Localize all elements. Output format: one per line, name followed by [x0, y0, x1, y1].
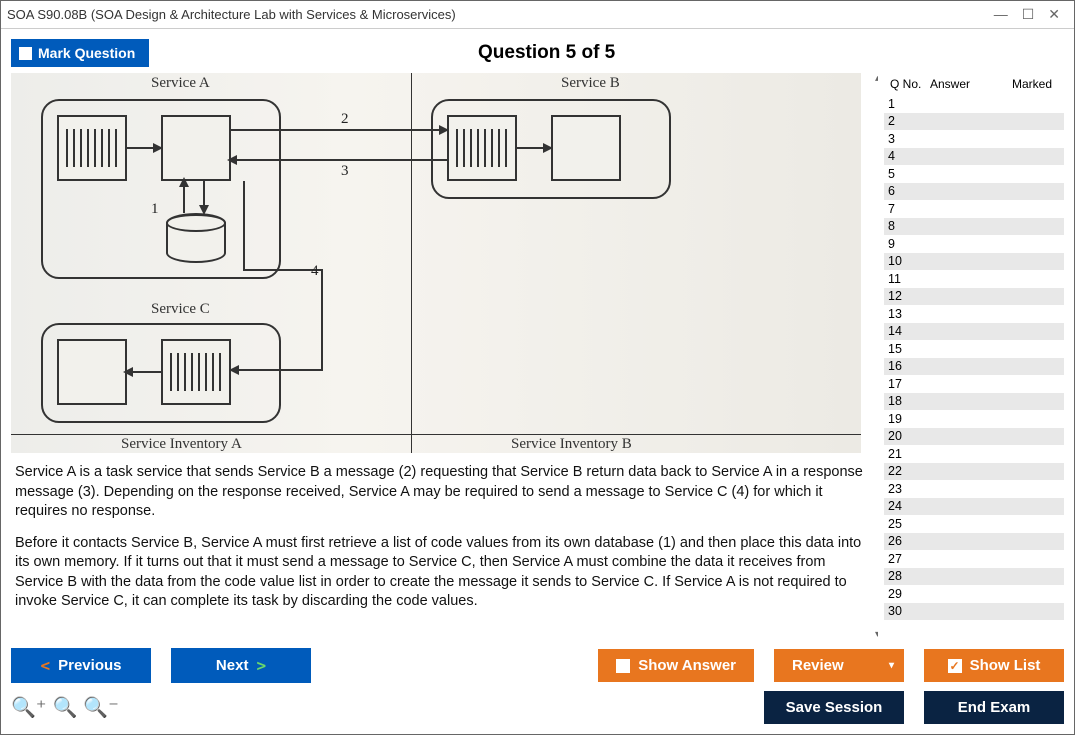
question-list-row[interactable]: 17 [884, 375, 1064, 393]
review-button[interactable]: Review ▾ [774, 649, 904, 682]
question-list-row[interactable]: 20 [884, 428, 1064, 446]
question-list-row[interactable]: 12 [884, 288, 1064, 306]
app-window: SOA S90.08B (SOA Design & Architecture L… [0, 0, 1075, 735]
diagram-label-service-a: Service A [151, 75, 210, 92]
question-list-panel: Q No. Answer Marked 12345678910111213141… [884, 73, 1064, 640]
question-list-row[interactable]: 14 [884, 323, 1064, 341]
save-session-label: Save Session [786, 699, 883, 716]
show-list-button[interactable]: ✓ Show List [924, 649, 1064, 682]
question-list-row[interactable]: 23 [884, 480, 1064, 498]
question-list-row[interactable]: 25 [884, 515, 1064, 533]
question-list-row[interactable]: 6 [884, 183, 1064, 201]
diagram-label-inventory-b: Service Inventory B [511, 436, 632, 453]
question-list-row[interactable]: 5 [884, 165, 1064, 183]
question-list-row[interactable]: 26 [884, 533, 1064, 551]
scroll-up-icon[interactable]: ▴ [875, 73, 878, 84]
question-list-row[interactable]: 15 [884, 340, 1064, 358]
question-list-row[interactable]: 3 [884, 130, 1064, 148]
show-answer-label: Show Answer [638, 657, 736, 674]
scroll-down-icon[interactable]: ▾ [875, 629, 878, 640]
button-row-1: < Previous Next > Show Answer Review ▾ ✓… [11, 648, 1064, 683]
diagram-label-2: 2 [341, 111, 349, 128]
main: ▴ ▾ Service A 1 [1, 73, 1074, 640]
qlist-header-no: Q No. [886, 77, 930, 91]
question-list-row[interactable]: 27 [884, 550, 1064, 568]
qlist-header-answer: Answer [930, 77, 1012, 91]
titlebar: SOA S90.08B (SOA Design & Architecture L… [1, 1, 1074, 29]
question-list-row[interactable]: 7 [884, 200, 1064, 218]
content-scroll[interactable]: Service A 1 Service B [11, 73, 878, 640]
diagram-label-service-b: Service B [561, 75, 620, 92]
question-text: Service A is a task service that sends S… [11, 453, 874, 628]
window-title: SOA S90.08B (SOA Design & Architecture L… [7, 7, 994, 22]
diagram-label-inventory-a: Service Inventory A [121, 436, 242, 453]
chevron-right-icon: > [256, 656, 266, 675]
question-counter: Question 5 of 5 [29, 42, 1064, 64]
zoom-controls: 🔍⁺ 🔍 🔍⁻ [11, 695, 119, 720]
question-list-row[interactable]: 28 [884, 568, 1064, 586]
question-list-row[interactable]: 9 [884, 235, 1064, 253]
footer: < Previous Next > Show Answer Review ▾ ✓… [1, 640, 1074, 734]
question-list-row[interactable]: 11 [884, 270, 1064, 288]
question-list-row[interactable]: 21 [884, 445, 1064, 463]
question-list-row[interactable]: 13 [884, 305, 1064, 323]
question-list-row[interactable]: 22 [884, 463, 1064, 481]
button-row-2: 🔍⁺ 🔍 🔍⁻ Save Session End Exam [11, 691, 1064, 724]
save-session-button[interactable]: Save Session [764, 691, 904, 724]
question-list-row[interactable]: 2 [884, 113, 1064, 131]
previous-button[interactable]: < Previous [11, 648, 151, 683]
question-list-row[interactable]: 18 [884, 393, 1064, 411]
question-paragraph-2: Before it contacts Service B, Service A … [15, 534, 870, 612]
show-answer-button[interactable]: Show Answer [598, 649, 754, 682]
question-list-row[interactable]: 8 [884, 218, 1064, 236]
end-exam-label: End Exam [958, 699, 1031, 716]
zoom-out-icon[interactable]: 🔍⁻ [83, 695, 118, 720]
zoom-reset-icon[interactable]: 🔍 [52, 695, 77, 720]
question-list-body[interactable]: 1234567891011121314151617181920212223242… [884, 95, 1064, 640]
diagram-label-4: 4 [311, 263, 319, 280]
diagram-label-1: 1 [151, 201, 159, 218]
end-exam-button[interactable]: End Exam [924, 691, 1064, 724]
question-list-row[interactable]: 29 [884, 585, 1064, 603]
show-list-label: Show List [970, 657, 1041, 674]
minimize-icon[interactable]: — [994, 6, 1008, 23]
question-diagram: Service A 1 Service B [11, 73, 861, 453]
chevron-left-icon: < [40, 656, 50, 675]
qlist-header-marked: Marked [1012, 77, 1062, 91]
question-list-row[interactable]: 1 [884, 95, 1064, 113]
review-label: Review [792, 657, 844, 674]
question-list-row[interactable]: 16 [884, 358, 1064, 376]
window-controls: — ☐ ✕ [994, 6, 1068, 23]
question-list-header: Q No. Answer Marked [884, 73, 1064, 95]
question-list-row[interactable]: 19 [884, 410, 1064, 428]
diagram-label-3: 3 [341, 163, 349, 180]
next-label: Next [216, 657, 249, 674]
question-paragraph-1: Service A is a task service that sends S… [15, 463, 870, 522]
zoom-in-icon[interactable]: 🔍⁺ [11, 695, 46, 720]
header: Mark Question Question 5 of 5 [1, 29, 1074, 73]
question-list-row[interactable]: 30 [884, 603, 1064, 621]
question-list-row[interactable]: 24 [884, 498, 1064, 516]
content-column: ▴ ▾ Service A 1 [11, 73, 878, 640]
checkbox-icon [616, 659, 630, 673]
diagram-label-service-c: Service C [151, 301, 210, 318]
question-list-row[interactable]: 10 [884, 253, 1064, 271]
checked-icon: ✓ [948, 659, 962, 673]
maximize-icon[interactable]: ☐ [1022, 6, 1035, 23]
question-list-row[interactable]: 4 [884, 148, 1064, 166]
next-button[interactable]: Next > [171, 648, 311, 683]
close-icon[interactable]: ✕ [1048, 6, 1060, 23]
dropdown-icon: ▾ [889, 660, 894, 671]
previous-label: Previous [58, 657, 121, 674]
